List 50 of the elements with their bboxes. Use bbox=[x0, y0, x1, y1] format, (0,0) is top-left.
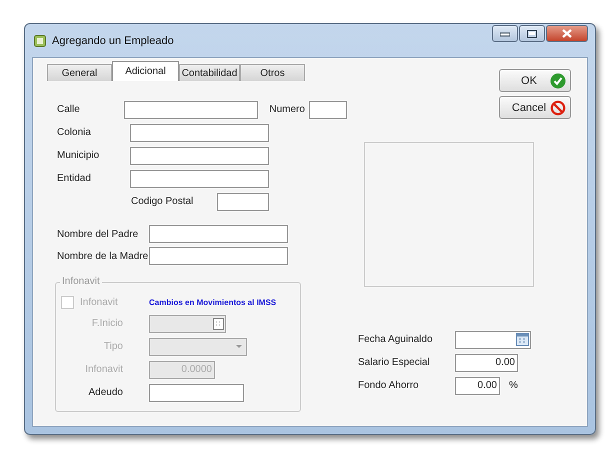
field-label: Tipo bbox=[102, 341, 124, 352]
tab[interactable]: Otros bbox=[240, 64, 305, 81]
percent-unit: % bbox=[509, 380, 518, 391]
input-field[interactable] bbox=[130, 170, 269, 188]
calendar-icon bbox=[213, 318, 224, 330]
input-field[interactable]: 0.00 bbox=[455, 376, 500, 394]
field-label: Nombre del Padre bbox=[57, 228, 140, 240]
dropdown-arrow-icon bbox=[236, 345, 242, 348]
checkbox-label: Infonavit bbox=[80, 296, 119, 308]
input-field[interactable] bbox=[149, 225, 288, 243]
input-field[interactable]: 0.00 bbox=[455, 354, 518, 372]
field-label: Nombre de la Madre bbox=[57, 250, 149, 262]
field-label: Fondo Ahorro bbox=[358, 380, 420, 391]
input-field[interactable] bbox=[149, 247, 288, 265]
check-icon bbox=[550, 72, 566, 88]
close-icon bbox=[561, 29, 573, 38]
field-label: Codigo Postal bbox=[131, 196, 194, 207]
prohibited-icon bbox=[550, 100, 566, 116]
tab[interactable]: General bbox=[47, 64, 112, 81]
date-field[interactable] bbox=[455, 330, 531, 348]
ok-button[interactable]: OK bbox=[499, 69, 571, 92]
imss-link[interactable]: Cambios en Movimientos al IMSS bbox=[149, 298, 276, 306]
field-label: Entidad bbox=[57, 173, 92, 184]
minimize-icon bbox=[500, 30, 510, 36]
field-label: Colonia bbox=[57, 127, 92, 138]
tab[interactable]: Contabilidad bbox=[179, 64, 240, 81]
minimize-button[interactable] bbox=[492, 25, 518, 42]
app-icon bbox=[34, 34, 46, 46]
field-label: F.Inicio bbox=[90, 318, 124, 329]
field-label: Infonavit bbox=[84, 364, 124, 375]
field-label: Fecha Aguinaldo bbox=[358, 334, 434, 345]
close-button[interactable] bbox=[546, 25, 588, 42]
group-title: Infonavit bbox=[60, 276, 102, 287]
input-field[interactable] bbox=[217, 192, 269, 210]
cancel-button[interactable]: Cancel bbox=[499, 96, 571, 119]
input-field[interactable] bbox=[130, 124, 269, 142]
field-label: Numero bbox=[269, 104, 306, 115]
tab[interactable]: Adicional bbox=[112, 61, 179, 81]
maximize-icon bbox=[527, 30, 537, 38]
field-label: Salario Especial bbox=[358, 357, 431, 368]
field-label: Calle bbox=[57, 104, 81, 115]
input-field[interactable] bbox=[149, 384, 244, 402]
calendar-icon bbox=[516, 333, 529, 346]
input-field[interactable] bbox=[130, 146, 269, 164]
input-field[interactable] bbox=[309, 100, 347, 118]
field-label: Adeudo bbox=[88, 387, 124, 398]
maximize-button[interactable] bbox=[519, 25, 545, 42]
field-label: Municipio bbox=[57, 150, 100, 161]
window-title: Agregando un Empleado bbox=[52, 34, 174, 46]
input-field[interactable] bbox=[124, 100, 258, 118]
